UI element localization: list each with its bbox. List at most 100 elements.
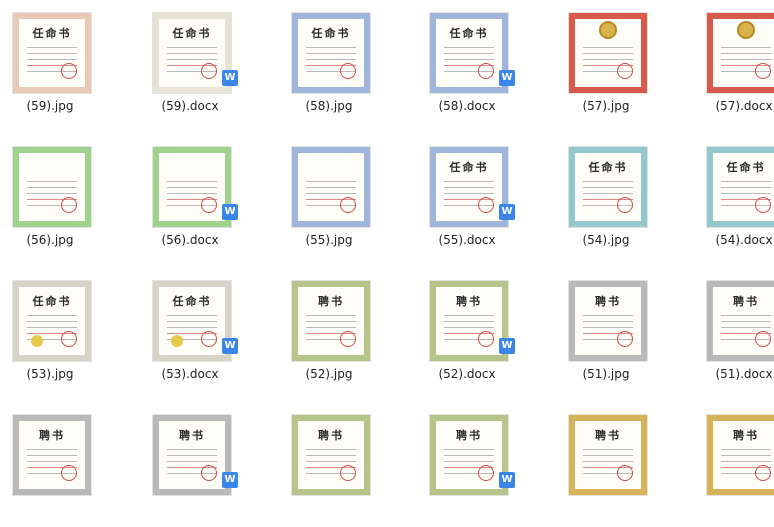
- file-name: (57).jpg: [582, 99, 630, 113]
- text-line: [27, 53, 77, 54]
- file-thumbnail[interactable]: 聘书: [429, 280, 509, 362]
- file-name: (53).jpg: [26, 367, 74, 381]
- certificate-paper: 聘书: [713, 421, 774, 489]
- file-thumbnail[interactable]: 聘书: [706, 414, 774, 496]
- file-thumbnail[interactable]: 聘书: [152, 414, 232, 496]
- file-tile[interactable]: 任命书 W (53).docx: [140, 268, 240, 393]
- text-line: [167, 47, 217, 48]
- file-thumbnail[interactable]: [152, 146, 232, 228]
- text-line: [444, 187, 494, 188]
- file-thumbnail[interactable]: 任命书: [152, 280, 232, 362]
- red-seal-icon: [61, 331, 77, 347]
- red-seal-icon: [340, 63, 356, 79]
- file-thumbnail[interactable]: 聘书: [706, 280, 774, 362]
- file-tile[interactable]: 任命书 W (59).docx: [140, 0, 240, 125]
- text-line: [27, 455, 77, 456]
- file-thumbnail[interactable]: 聘书: [12, 414, 92, 496]
- red-seal-icon: [61, 465, 77, 481]
- certificate-border: 聘书: [430, 281, 508, 361]
- file-tile[interactable]: 聘书 W (52).docx: [417, 268, 517, 393]
- text-line: [306, 181, 356, 182]
- certificate-paper: 任命书: [575, 153, 641, 221]
- certificate-border: 任命书: [430, 13, 508, 93]
- file-tile[interactable]: 任命书 (54).jpg: [556, 134, 656, 259]
- text-line: [583, 181, 633, 182]
- file-tile[interactable]: 聘书: [0, 402, 100, 527]
- text-line: [444, 193, 494, 194]
- file-tile[interactable]: 聘书 (51).jpg: [556, 268, 656, 393]
- file-tile[interactable]: 聘书W: [694, 402, 774, 527]
- file-tile[interactable]: (56).jpg: [0, 134, 100, 259]
- file-tile[interactable]: 聘书W: [417, 402, 517, 527]
- file-tile[interactable]: 聘书 (52).jpg: [279, 268, 379, 393]
- file-tile[interactable]: 聘书W(51).docx: [694, 268, 774, 393]
- file-thumbnail[interactable]: [12, 146, 92, 228]
- red-seal-icon: [340, 465, 356, 481]
- red-seal-icon: [61, 197, 77, 213]
- file-tile[interactable]: 任命书 W (58).docx: [417, 0, 517, 125]
- file-thumbnail[interactable]: 任命书: [429, 12, 509, 94]
- file-thumbnail[interactable]: 聘书: [568, 280, 648, 362]
- certificate-paper: 聘书: [436, 421, 502, 489]
- certificate-heading: 任命书: [172, 295, 212, 308]
- word-doc-icon: W: [499, 472, 515, 488]
- file-tile[interactable]: (57).jpg: [556, 0, 656, 125]
- file-thumbnail[interactable]: 聘书: [429, 414, 509, 496]
- text-line: [583, 321, 633, 322]
- file-tile[interactable]: 任命书W(54).docx: [694, 134, 774, 259]
- file-tile[interactable]: W(57).docx: [694, 0, 774, 125]
- text-line: [167, 193, 217, 194]
- file-thumbnail[interactable]: 任命书: [12, 280, 92, 362]
- text-line: [306, 53, 356, 54]
- certificate-paper: 任命书: [436, 19, 502, 87]
- text-line: [444, 59, 494, 60]
- text-line: [167, 315, 217, 316]
- file-tile[interactable]: 任命书 (58).jpg: [279, 0, 379, 125]
- certificate-border: 任命书: [153, 281, 231, 361]
- file-thumbnail[interactable]: 任命书: [429, 146, 509, 228]
- text-line: [721, 47, 771, 48]
- file-tile[interactable]: W (56).docx: [140, 134, 240, 259]
- text-line: [583, 187, 633, 188]
- red-seal-icon: [340, 331, 356, 347]
- red-seal-icon: [201, 197, 217, 213]
- file-thumbnail[interactable]: 任命书: [291, 12, 371, 94]
- file-thumbnail[interactable]: [291, 146, 371, 228]
- file-thumbnail[interactable]: 聘书: [291, 280, 371, 362]
- certificate-paper: 任命书: [159, 19, 225, 87]
- certificate-heading: 任命书: [588, 161, 628, 174]
- file-thumbnail[interactable]: [706, 12, 774, 94]
- certificate-heading: 聘书: [733, 429, 759, 442]
- file-tile[interactable]: 聘书W: [140, 402, 240, 527]
- text-line: [306, 449, 356, 450]
- file-thumbnail[interactable]: 任命书: [152, 12, 232, 94]
- file-tile[interactable]: (55).jpg: [279, 134, 379, 259]
- text-line: [721, 193, 771, 194]
- file-tile[interactable]: 聘书: [556, 402, 656, 527]
- text-line: [721, 455, 771, 456]
- text-line: [444, 461, 494, 462]
- file-name: (55).docx: [438, 233, 496, 247]
- file-thumbnail[interactable]: 任命书: [12, 12, 92, 94]
- gold-seal-icon: [171, 335, 183, 347]
- text-line: [444, 327, 494, 328]
- file-tile[interactable]: 聘书: [279, 402, 379, 527]
- word-doc-icon: W: [222, 204, 238, 220]
- file-tile[interactable]: 任命书 W (55).docx: [417, 134, 517, 259]
- file-thumbnail[interactable]: 聘书: [568, 414, 648, 496]
- file-grid: 任命书 (59).jpg 任命书 W (59).docx 任命书 (58).jpg 任命书 W(…: [0, 0, 774, 496]
- file-thumbnail[interactable]: [568, 12, 648, 94]
- file-thumbnail[interactable]: 任命书: [706, 146, 774, 228]
- certificate-border: 任命书: [569, 147, 647, 227]
- file-name: (55).jpg: [305, 233, 353, 247]
- certificate-border: [569, 13, 647, 93]
- certificate-border: 聘书: [292, 281, 370, 361]
- file-thumbnail[interactable]: 聘书: [291, 414, 371, 496]
- file-tile[interactable]: 任命书 (53).jpg: [0, 268, 100, 393]
- text-line: [583, 327, 633, 328]
- file-tile[interactable]: 任命书 (59).jpg: [0, 0, 100, 125]
- file-name: (52).docx: [438, 367, 496, 381]
- certificate-paper: 任命书: [713, 153, 774, 221]
- file-thumbnail[interactable]: 任命书: [568, 146, 648, 228]
- text-line: [306, 327, 356, 328]
